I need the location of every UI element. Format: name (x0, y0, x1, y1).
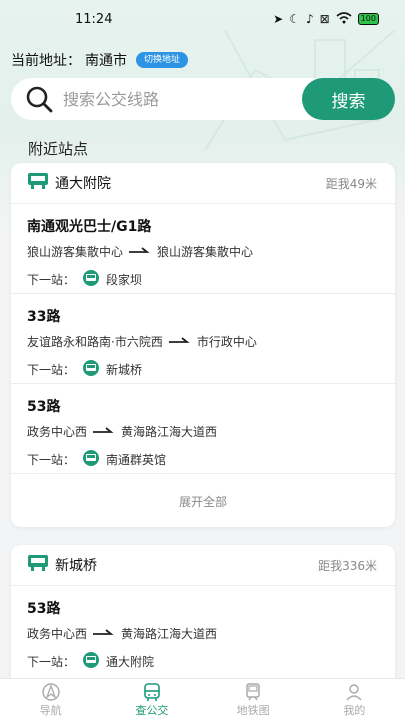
station-distance: 距我49米 (325, 176, 377, 191)
metro-icon (243, 682, 263, 702)
next-stop-label: 下一站： (27, 272, 76, 287)
wifi-icon (336, 11, 352, 27)
direction-arrow-icon (93, 626, 115, 640)
direction-arrow-icon (93, 424, 115, 438)
next-stop-label: 下一站： (27, 362, 76, 377)
route-from: 政务中心西 (27, 626, 88, 641)
bus-icon (142, 682, 162, 702)
tab-navigation[interactable]: 导航 (0, 679, 101, 720)
address-city: 南通市 (85, 53, 127, 69)
tab-profile[interactable]: 我的 (304, 679, 405, 720)
route-to: 黄海路江海大道西 (121, 424, 218, 439)
address-label: 当前地址： (11, 53, 81, 69)
battery-icon: 100 (357, 13, 379, 25)
route-item[interactable]: 53路 政务中心西 黄海路江海大道西 下一站： 通大附院 (11, 586, 395, 676)
user-icon (344, 682, 364, 702)
route-path: 政务中心西 黄海路江海大道西 (27, 624, 379, 642)
next-stop-label: 下一站： (27, 452, 76, 467)
status-icons: ➤ ☾ ♪ ⊠ 100 (273, 11, 379, 27)
direction-arrow-icon (129, 244, 151, 258)
nearby-stations-title: 附近站点 (28, 140, 89, 158)
tab-label: 查公交 (135, 703, 169, 717)
route-item[interactable]: 53路 政务中心西 黄海路江海大道西 下一站： 南通群英馆 (11, 384, 395, 474)
sim-icon: ⊠ (319, 12, 330, 26)
station-distance: 距我336米 (318, 558, 377, 573)
bus-stop-icon (27, 172, 49, 194)
route-item[interactable]: 33路 友谊路永和路南·市六院西 市行政中心 下一站： 新城桥 (11, 294, 395, 384)
search-button[interactable]: 搜索 (302, 78, 395, 120)
next-stop-name: 段家坝 (106, 272, 143, 287)
bus-badge-icon (81, 269, 101, 289)
route-path: 政务中心西 黄海路江海大道西 (27, 422, 379, 440)
expand-all-button[interactable]: 展开全部 (11, 474, 395, 528)
route-item[interactable]: 南通观光巴士/G1路 狼山游客集散中心 狼山游客集散中心 下一站： 段家坝 (11, 204, 395, 294)
current-address-row: 当前地址： 南通市 切换地址 (11, 50, 189, 70)
bus-badge-icon (81, 359, 101, 379)
next-stop-row: 下一站： 新城桥 (27, 359, 379, 379)
bus-stop-icon (27, 554, 49, 576)
route-to: 狼山游客集散中心 (157, 244, 254, 259)
bottom-tab-bar: 导航 查公交 地铁图 我的 (0, 678, 405, 720)
tab-label: 我的 (343, 703, 366, 717)
moon-icon: ☾ (289, 12, 300, 26)
route-name: 53路 (27, 601, 61, 617)
route-path: 狼山游客集散中心 狼山游客集散中心 (27, 242, 379, 260)
route-from: 友谊路永和路南·市六院西 (27, 334, 163, 349)
status-bar: 11:24 ➤ ☾ ♪ ⊠ 100 (0, 0, 405, 38)
tab-label: 地铁图 (236, 703, 270, 717)
route-to: 黄海路江海大道西 (121, 626, 218, 641)
station-header[interactable]: 新城桥 距我336米 (11, 545, 395, 586)
next-stop-row: 下一站： 南通群英馆 (27, 449, 379, 469)
route-name: 53路 (27, 399, 61, 415)
tab-bus[interactable]: 查公交 (101, 679, 202, 720)
tab-metro[interactable]: 地铁图 (203, 679, 304, 720)
route-path: 友谊路永和路南·市六院西 市行政中心 (27, 332, 379, 350)
station-card: 通大附院 距我49米 南通观光巴士/G1路 狼山游客集散中心 狼山游客集散中心 … (11, 163, 395, 527)
tab-label: 导航 (39, 703, 62, 717)
bus-badge-icon (81, 449, 101, 469)
search-icon (25, 85, 53, 113)
next-stop-name: 新城桥 (106, 362, 143, 377)
route-from: 政务中心西 (27, 424, 88, 439)
route-name: 33路 (27, 309, 61, 325)
station-header[interactable]: 通大附院 距我49米 (11, 163, 395, 204)
status-time: 11:24 (75, 11, 113, 27)
route-to: 市行政中心 (196, 334, 257, 349)
location-icon: ➤ (273, 12, 284, 26)
next-stop-row: 下一站： 通大附院 (27, 651, 379, 671)
next-stop-row: 下一站： 段家坝 (27, 269, 379, 289)
station-name: 新城桥 (55, 558, 97, 574)
vibrate-icon: ♪ (305, 12, 314, 26)
search-bar: 搜索 (11, 78, 395, 120)
station-name: 通大附院 (55, 176, 111, 192)
next-stop-name: 通大附院 (106, 654, 155, 669)
next-stop-name: 南通群英馆 (106, 452, 167, 467)
route-name: 南通观光巴士/G1路 (27, 219, 152, 235)
switch-address-button[interactable]: 切换地址 (136, 52, 189, 68)
bus-badge-icon (81, 651, 101, 671)
route-from: 狼山游客集散中心 (27, 244, 124, 259)
direction-arrow-icon (168, 334, 191, 348)
station-card: 新城桥 距我336米 53路 政务中心西 黄海路江海大道西 下一站： 通大附院 (11, 545, 395, 695)
navigation-icon (41, 682, 61, 702)
next-stop-label: 下一站： (27, 654, 76, 669)
